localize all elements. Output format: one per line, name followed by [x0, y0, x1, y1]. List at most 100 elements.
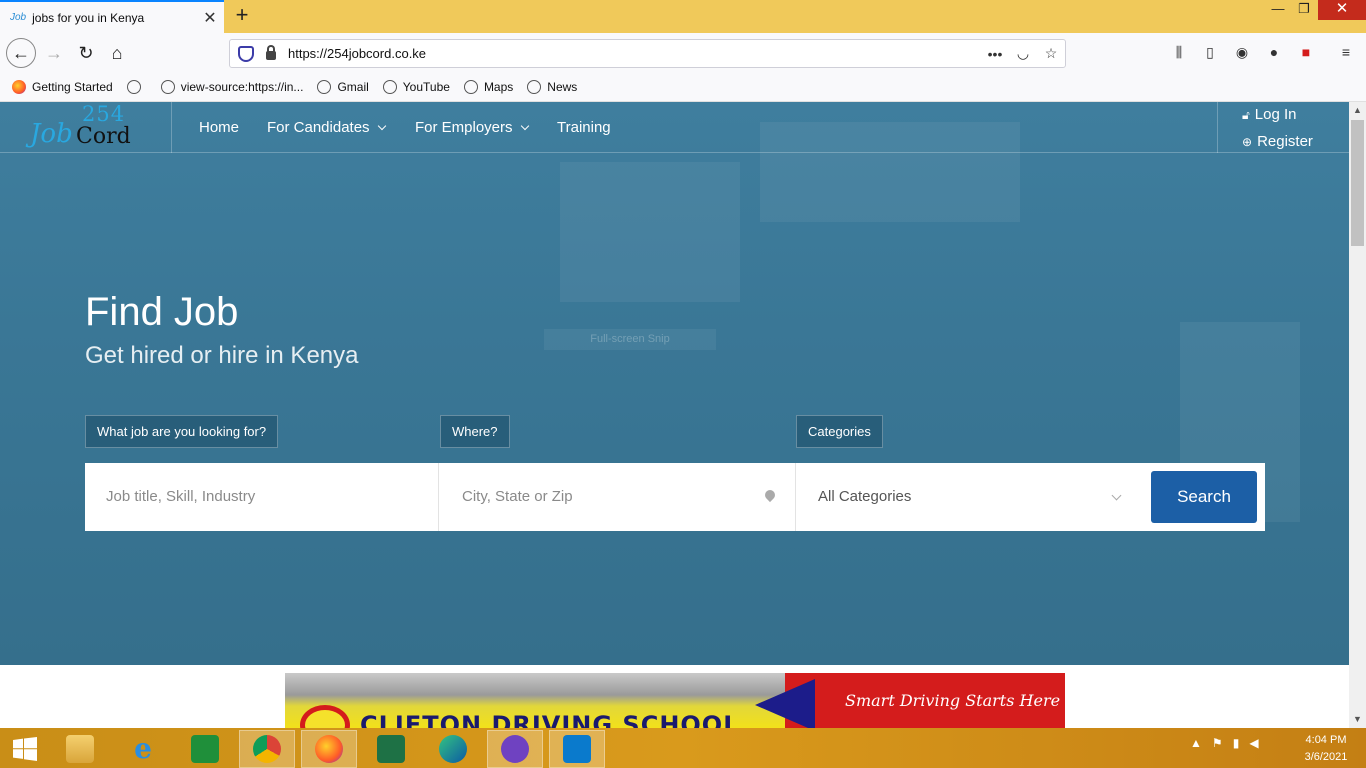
github-icon: [501, 735, 529, 763]
search-button[interactable]: Search: [1151, 471, 1257, 523]
bookmark-item[interactable]: News: [527, 80, 577, 94]
tray-chevron-up-icon[interactable]: ▲: [1190, 736, 1202, 750]
hamburger-menu-icon[interactable]: ≡: [1336, 44, 1356, 62]
scroll-up-icon[interactable]: ▲: [1349, 102, 1366, 118]
store-button[interactable]: [177, 730, 233, 768]
vscode-button[interactable]: [549, 730, 605, 768]
account-icon[interactable]: ◉: [1232, 44, 1252, 62]
bookmark-item[interactable]: Gmail: [317, 80, 369, 94]
page-actions-icon[interactable]: •••: [981, 46, 1009, 62]
bookmark-item[interactable]: YouTube: [382, 80, 450, 94]
register-link[interactable]: ⊕ Register: [1242, 133, 1313, 150]
hero-section: 254 Job Cord Home For Candidates For Emp…: [0, 102, 1349, 665]
ad-school-name: CLIFTON DRIVING SCHOOL: [360, 711, 740, 728]
nav-home[interactable]: Home: [199, 119, 239, 136]
bookmark-item[interactable]: [126, 80, 147, 94]
edge-button[interactable]: [425, 730, 481, 768]
location-input[interactable]: City, State or Zip: [440, 463, 796, 531]
tab-close-icon[interactable]: ✕: [196, 8, 224, 28]
where-label: Where?: [440, 415, 510, 448]
bookmark-item[interactable]: Getting Started: [12, 80, 113, 94]
logo-part2: Cord: [76, 124, 131, 149]
internet-explorer-icon: e: [134, 732, 152, 765]
github-desktop-button[interactable]: [487, 730, 543, 768]
reload-icon[interactable]: ↻: [72, 39, 100, 67]
globe-icon: [317, 80, 332, 94]
url-bar[interactable]: https://254jobcord.co.ke ••• ◡ ☆: [229, 39, 1066, 68]
file-explorer-button[interactable]: [52, 730, 108, 768]
bookmark-label: Gmail: [337, 80, 369, 94]
system-tray[interactable]: ▲ ⚑ ▮ ◀︎: [1190, 736, 1259, 750]
driving-school-ad[interactable]: CLIFTON DRIVING SCHOOL Smart Driving Sta…: [285, 673, 1065, 728]
logo-part1: Job: [30, 119, 73, 149]
nav-for-candidates[interactable]: For Candidates: [267, 119, 386, 136]
windows-start-button[interactable]: [0, 730, 50, 768]
pocket-icon[interactable]: ◡: [1009, 45, 1037, 62]
window-close-icon[interactable]: ✕: [1318, 0, 1366, 20]
internet-explorer-button[interactable]: e: [115, 730, 171, 768]
nav-for-employers[interactable]: For Employers: [415, 119, 529, 136]
edge-icon: [439, 735, 467, 763]
nav-training[interactable]: Training: [557, 119, 611, 136]
store-icon: [191, 735, 219, 763]
job-search-input[interactable]: Job title, Skill, Industry: [85, 463, 439, 531]
bookmark-item[interactable]: Maps: [463, 80, 514, 94]
battery-icon[interactable]: ▮: [1233, 736, 1240, 750]
snip-overlay-text: Full-screen Snip: [544, 329, 716, 350]
maximize-icon[interactable]: ❐: [1290, 0, 1318, 20]
clock-time: 4:04 PM: [1305, 734, 1347, 746]
scroll-thumb[interactable]: [1351, 120, 1364, 246]
category-select[interactable]: All Categories: [797, 463, 1135, 531]
bookmark-label: Maps: [483, 80, 514, 94]
tracking-protection-icon[interactable]: [238, 45, 254, 62]
firefox-icon: [315, 735, 343, 763]
globe-icon: [160, 80, 175, 94]
extension-icon[interactable]: ●: [1264, 44, 1284, 62]
forward-arrow-icon[interactable]: →: [40, 39, 68, 67]
volume-icon[interactable]: ◀︎: [1249, 736, 1258, 750]
library-icon[interactable]: ⫼: [1169, 44, 1189, 62]
globe-icon: [126, 80, 141, 94]
site-header: 254 Job Cord Home For Candidates For Emp…: [0, 102, 1349, 153]
firefox-button[interactable]: [301, 730, 357, 768]
job-search-form: Job title, Skill, Industry City, State o…: [85, 463, 1265, 531]
taskbar-clock[interactable]: 4:04 PM 3/6/2021: [1296, 732, 1356, 766]
excel-icon: [377, 735, 405, 763]
page-content: 254 Job Cord Home For Candidates For Emp…: [0, 102, 1349, 728]
lock-icon: 🔓︎: [1242, 108, 1250, 122]
globe-icon: [527, 80, 542, 94]
scroll-down-icon[interactable]: ▼: [1349, 711, 1366, 727]
browser-tab[interactable]: Job jobs for you in Kenya ✕: [0, 0, 224, 33]
sidebar-icon[interactable]: ▯: [1200, 44, 1220, 62]
chrome-icon: [253, 735, 281, 763]
back-arrow-icon[interactable]: ←: [6, 38, 36, 68]
bookmark-item[interactable]: view-source:https://in...: [160, 80, 304, 94]
what-label: What job are you looking for?: [85, 415, 279, 448]
home-icon[interactable]: ⌂: [103, 39, 131, 67]
background-shelf: [560, 162, 740, 302]
folder-icon: [66, 735, 94, 763]
bookmark-label: view-source:https://in...: [180, 80, 304, 94]
login-label: Log In: [1254, 106, 1297, 123]
ad-arrow-graphic: [755, 679, 815, 728]
bookmark-star-icon[interactable]: ☆: [1037, 45, 1065, 62]
new-tab-icon[interactable]: +: [230, 4, 254, 28]
minimize-icon[interactable]: —: [1264, 0, 1292, 20]
nav-candidates-label: For Candidates: [267, 119, 370, 136]
lock-icon[interactable]: [266, 45, 276, 60]
excel-button[interactable]: [363, 730, 419, 768]
vscode-icon: [563, 735, 591, 763]
site-logo[interactable]: 254 Job Cord: [26, 102, 150, 152]
nav-employers-label: For Employers: [415, 119, 513, 136]
extension-red-icon[interactable]: ■: [1296, 44, 1316, 62]
register-label: Register: [1257, 133, 1313, 150]
hero-subtitle: Get hired or hire in Kenya: [85, 342, 359, 369]
tab-title: jobs for you in Kenya: [32, 10, 145, 25]
chrome-button[interactable]: [239, 730, 295, 768]
url-text[interactable]: https://254jobcord.co.ke: [288, 46, 981, 61]
clock-date: 3/6/2021: [1304, 751, 1348, 763]
chevron-down-icon: [520, 121, 529, 131]
flag-icon[interactable]: ⚑: [1212, 736, 1223, 750]
login-link[interactable]: 🔓︎ Log In: [1242, 106, 1297, 123]
windows-logo-icon: [13, 737, 37, 761]
